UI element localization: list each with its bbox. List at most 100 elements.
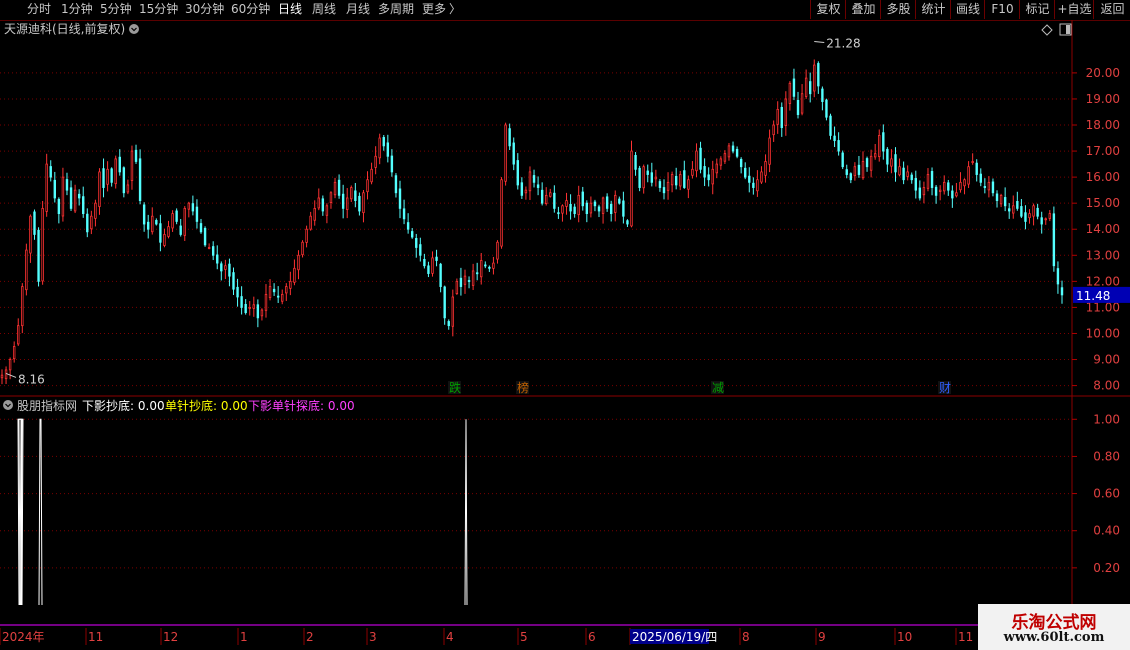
candle-body — [849, 173, 853, 181]
candle-body — [195, 206, 199, 222]
candle-body — [410, 231, 414, 238]
candle-body — [240, 296, 243, 308]
title-dropdown-icon[interactable] — [129, 24, 139, 34]
candle-body — [268, 286, 272, 298]
stock-chart[interactable]: 20.0019.0018.0017.0016.0015.0014.0013.00… — [0, 20, 1130, 650]
candle-body — [455, 280, 459, 294]
candle-body — [305, 228, 308, 243]
candle-body — [244, 304, 247, 314]
period-toolbar: 分时 1分钟 5分钟 15分钟 30分钟 60分钟 日线 周线 月线 多周期 更多〉 复权 叠加 多股 统计… — [0, 0, 1130, 21]
candle-body — [406, 222, 410, 230]
candle-body — [711, 168, 714, 185]
candle-body — [0, 374, 4, 379]
price-tick-label: 16.00 — [1086, 170, 1120, 184]
candle-body — [959, 181, 962, 191]
candle-body — [346, 197, 349, 210]
candle-body — [922, 187, 926, 196]
candle-body — [248, 307, 251, 309]
candle-body — [878, 135, 881, 157]
indicator-series — [17, 418, 468, 606]
price-tick-label: 10.00 — [1086, 326, 1120, 340]
candle-body — [837, 140, 840, 152]
period-tab-7[interactable]: 周线 — [312, 2, 336, 17]
candle-body — [833, 135, 836, 142]
candle-body — [1024, 212, 1027, 222]
period-tab-5[interactable]: 60分钟 — [231, 2, 270, 17]
period-tab-8[interactable]: 月线 — [346, 2, 370, 17]
period-tab-4[interactable]: 30分钟 — [185, 2, 224, 17]
candle-body — [894, 154, 897, 173]
period-tab-1[interactable]: 1分钟 — [61, 2, 93, 17]
candle-body — [4, 369, 8, 380]
candle-body — [565, 200, 568, 207]
candle-body — [480, 260, 483, 278]
time-label-9: 2025/06/19/四 — [632, 630, 717, 644]
candle-body — [390, 155, 394, 173]
toolbar-button-2[interactable]: 多股 — [880, 0, 916, 19]
candle-body — [804, 77, 808, 97]
period-tab-9[interactable]: 多周期 — [378, 2, 414, 17]
toolbar-button-8[interactable]: 返回 — [1093, 0, 1130, 19]
indicator-tick-label: 1.00 — [1093, 412, 1120, 426]
candle-body — [289, 280, 292, 289]
candle-body — [800, 93, 804, 114]
candle-body — [25, 249, 28, 291]
indicator-dropdown-icon[interactable] — [3, 400, 13, 410]
price-tick-label: 17.00 — [1086, 144, 1120, 158]
candle-body — [626, 220, 629, 225]
candle-body — [500, 179, 503, 247]
toolbar-button-1[interactable]: 叠加 — [845, 0, 881, 19]
candle-body — [963, 179, 966, 187]
candle-body — [484, 264, 487, 267]
period-tab-10[interactable]: 更多 — [422, 2, 446, 17]
candle-body — [276, 295, 280, 298]
candle-body — [155, 220, 158, 225]
candle-body — [857, 164, 861, 175]
candle-body — [325, 205, 329, 216]
time-label-3: 1 — [240, 630, 248, 644]
candle-body — [106, 168, 109, 185]
candle-body — [366, 179, 369, 193]
candle-body — [593, 201, 597, 207]
candle-body — [715, 163, 718, 174]
candle-body — [524, 189, 528, 194]
period-tab-0[interactable]: 分时 — [27, 2, 51, 17]
more-chevron-icon[interactable]: 〉 — [449, 2, 461, 17]
candle-body — [614, 194, 617, 213]
current-price-label: 11.48 — [1076, 289, 1110, 303]
candle-body — [33, 211, 36, 235]
candle-body — [784, 98, 788, 126]
candle-body — [634, 155, 637, 170]
toolbar-button-3[interactable]: 统计 — [915, 0, 951, 19]
period-tab-3[interactable]: 15分钟 — [139, 2, 178, 17]
candle-body — [821, 88, 824, 102]
candle-body — [817, 63, 820, 87]
candle-body — [220, 263, 223, 272]
candle-body — [577, 194, 580, 216]
candle-body — [971, 161, 974, 163]
candle-body — [451, 296, 455, 327]
candle-body — [402, 208, 406, 220]
period-tab-2[interactable]: 5分钟 — [100, 2, 132, 17]
candle-body — [727, 145, 731, 158]
candle-body — [508, 128, 511, 147]
candle-body — [207, 247, 211, 249]
candle-body — [475, 272, 479, 275]
candle-body — [545, 194, 548, 205]
diamond-icon[interactable] — [1041, 24, 1053, 36]
candle-body — [187, 202, 191, 210]
candle-body — [41, 207, 44, 282]
toolbar-button-4[interactable]: 画线 — [950, 0, 985, 19]
toolbar-button-0[interactable]: 复权 — [810, 0, 846, 19]
toolbar-button-7[interactable]: +自选 — [1054, 0, 1094, 19]
toolbar-button-5[interactable]: F10 — [984, 0, 1020, 19]
toolbar-button-6[interactable]: 标记 — [1019, 0, 1055, 19]
candle-body — [313, 207, 316, 221]
candle-body — [1056, 268, 1060, 285]
candle-body — [987, 181, 991, 191]
candle-body — [272, 288, 276, 293]
period-tab-6[interactable]: 日线 — [278, 2, 302, 17]
candle-body — [1040, 217, 1043, 225]
candle-body — [317, 197, 320, 209]
candle-body — [159, 223, 162, 243]
